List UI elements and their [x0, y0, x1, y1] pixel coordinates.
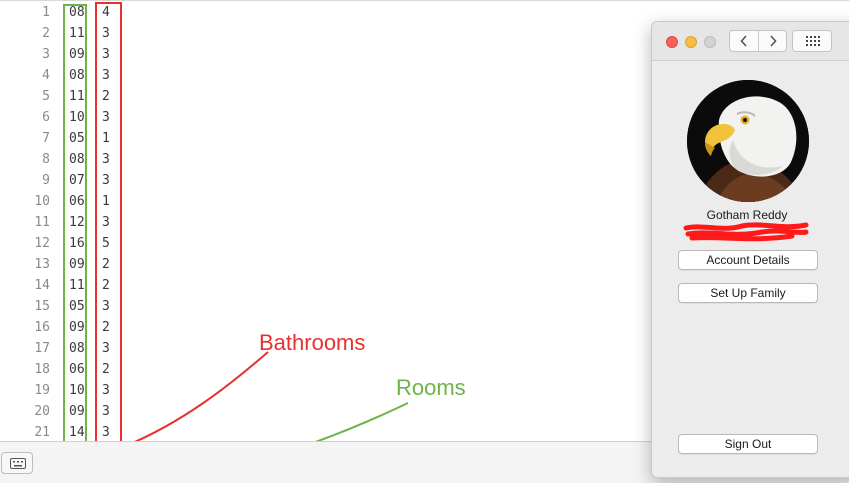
navigation-buttons: [729, 30, 787, 52]
close-window-button[interactable]: [666, 36, 678, 48]
zoom-window-button[interactable]: [704, 36, 716, 48]
avatar[interactable]: [687, 80, 809, 202]
redaction-scribble: [683, 222, 809, 242]
forward-button[interactable]: [759, 31, 787, 51]
sign-out-button[interactable]: Sign Out: [678, 434, 818, 454]
back-button[interactable]: [730, 31, 758, 51]
show-all-button[interactable]: [792, 30, 832, 52]
forward-icon: [770, 35, 777, 47]
rooms-label: Rooms: [396, 375, 466, 400]
back-icon: [740, 35, 747, 47]
eagle-avatar: [687, 80, 809, 202]
account-window: Gotham Reddy Account Details Set Up Fami…: [651, 21, 849, 478]
bathrooms-arrow: [117, 351, 269, 450]
keyboard-button[interactable]: [1, 452, 33, 474]
bathrooms-label: Bathrooms: [259, 330, 366, 355]
account-details-button[interactable]: Account Details: [678, 250, 818, 270]
keyboard-icon: [10, 458, 26, 469]
set-up-family-button[interactable]: Set Up Family: [678, 283, 818, 303]
window-titlebar: [652, 22, 849, 61]
minimize-window-button[interactable]: [685, 36, 697, 48]
grid-icon: [806, 36, 820, 46]
